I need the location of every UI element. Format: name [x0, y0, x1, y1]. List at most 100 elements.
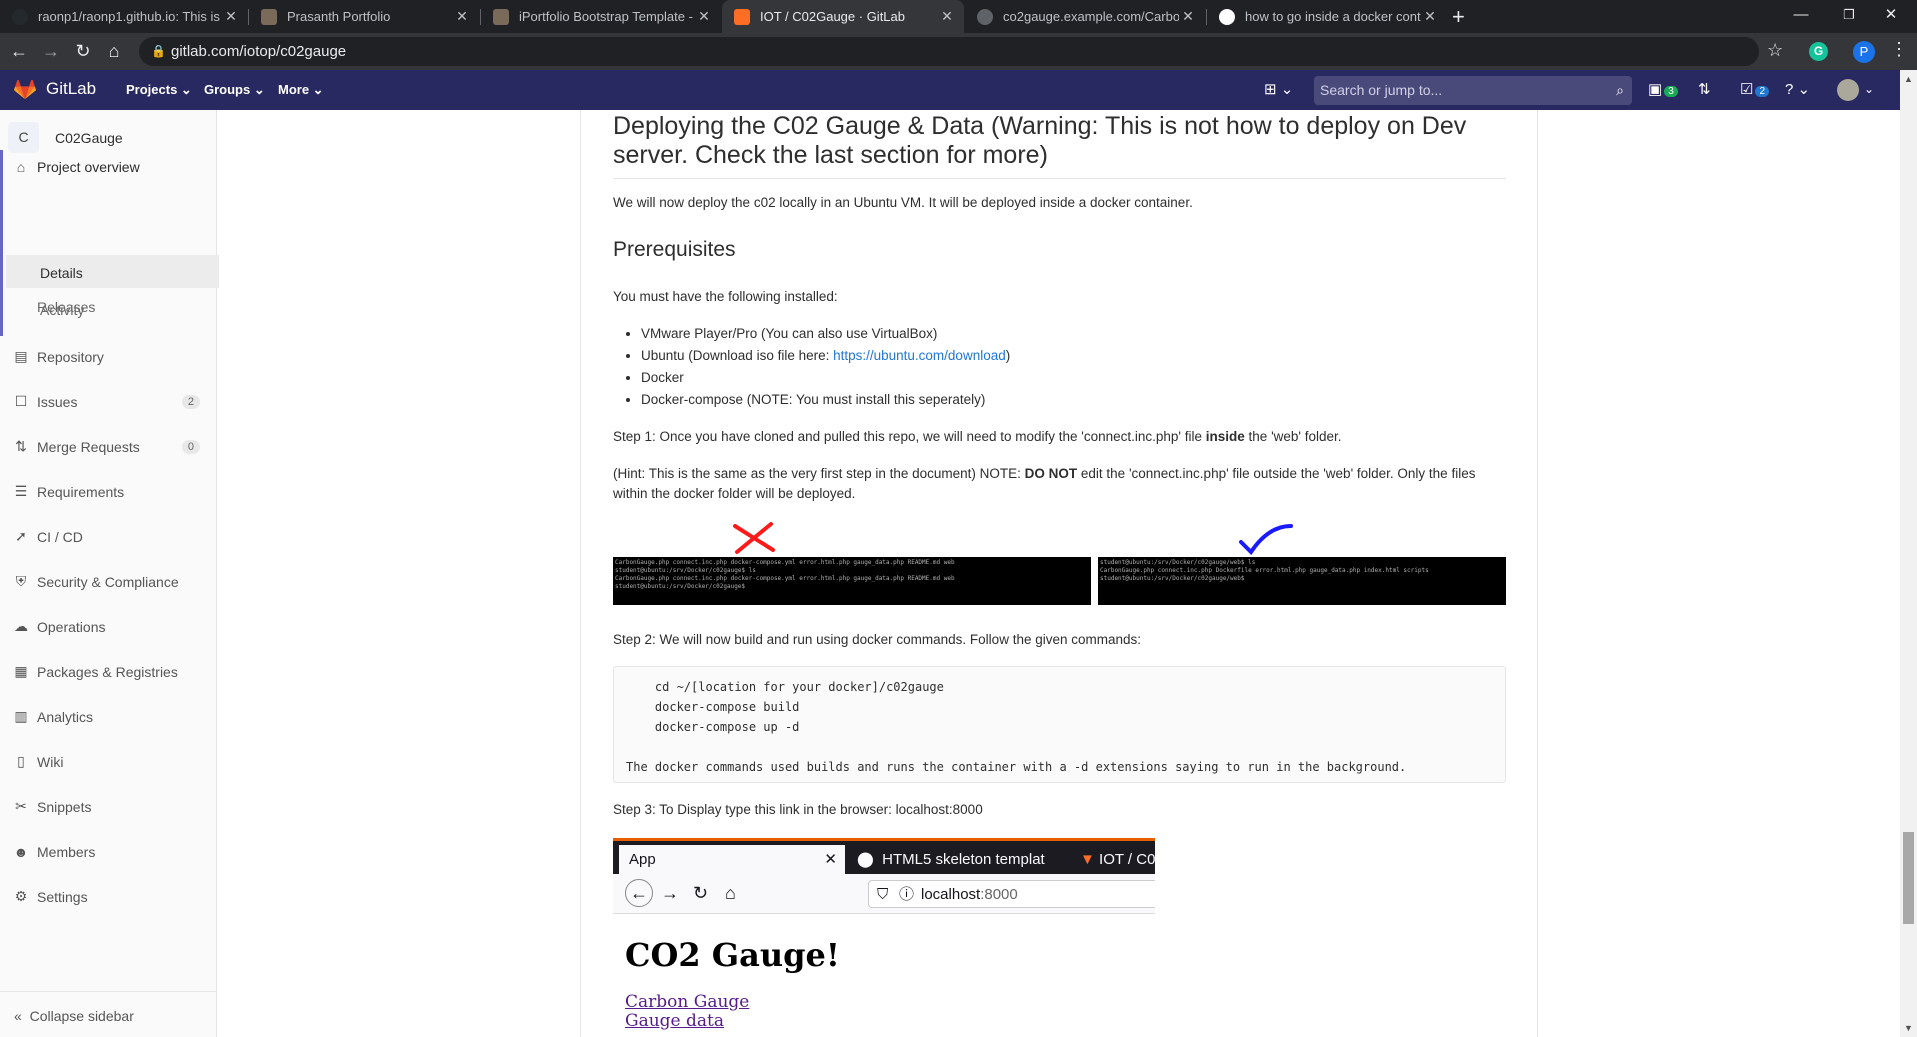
project-name: C02Gauge: [55, 129, 123, 146]
home-icon: ⌂: [725, 883, 736, 903]
prereq-heading: Prerequisites: [613, 238, 736, 261]
sidebar-subitem-releases[interactable]: Releases: [37, 299, 95, 315]
project-header[interactable]: C C02Gauge: [8, 122, 123, 153]
sidebar-item-requirements[interactable]: ☰ Requirements: [0, 475, 216, 508]
list-item: Docker-compose (NOTE: You must install t…: [641, 389, 1010, 411]
page-icon: [493, 8, 509, 25]
grammarly-extension-icon[interactable]: G: [1809, 42, 1828, 61]
screenshot-url: ⛉ ⓘ localhost:8000: [868, 880, 1155, 908]
home-button[interactable]: ⌂: [103, 41, 125, 63]
issues-icon: ☐: [14, 393, 28, 409]
reload-icon: ↻: [693, 883, 709, 903]
gitlab-logo-icon[interactable]: [14, 80, 36, 100]
issues-nav-icon[interactable]: ▣ 3: [1648, 80, 1678, 98]
screenshot-heading: CO2 Gauge!: [625, 936, 840, 974]
close-icon[interactable]: ✕: [1421, 8, 1439, 25]
address-bar-area: ← → ↻ ⌂ 🔒 gitlab.com/iotop/c02gauge ☆ G …: [0, 33, 1917, 70]
users-icon: ☻: [13, 843, 29, 860]
browser-tab[interactable]: co2gauge.example.com/CarbonG ✕: [965, 0, 1205, 33]
merge-requests-count-badge: 0: [181, 439, 200, 454]
project-avatar: C: [8, 122, 39, 153]
sidebar-item-packages-registries[interactable]: ▦ Packages & Registries: [0, 655, 216, 688]
close-icon[interactable]: ✕: [938, 8, 956, 25]
collapse-sidebar-button[interactable]: « Collapse sidebar: [14, 1008, 134, 1024]
new-tab-button[interactable]: +: [1452, 4, 1465, 30]
localhost-screenshot: App ✕ ⬤ HTML5 skeleton templat ▼ IOT / C0…: [613, 838, 1155, 1037]
browser-menu-icon[interactable]: ⋮: [1890, 39, 1908, 60]
sidebar-item-snippets[interactable]: ✂ Snippets: [0, 790, 216, 823]
home-icon: ⌂: [16, 158, 26, 175]
terminal-screenshot-wrong: CarbonGauge.php connect.inc.php docker-c…: [613, 557, 1091, 605]
terminal-screenshot-right: student@ubuntu:/srv/Docker/c02gauge/web$…: [1098, 557, 1506, 605]
sidebar-item-merge-requests[interactable]: ⇅ Merge Requests 0: [0, 430, 216, 463]
search-icon: ⌕: [1616, 82, 1624, 98]
code-block: cd ~/[location for your docker]/c02gauge…: [613, 666, 1506, 783]
gear-icon: ⚙: [14, 888, 28, 904]
sidebar-item-analytics[interactable]: ▥ Analytics: [0, 700, 216, 733]
merge-request-icon: ⇅: [15, 438, 27, 454]
list-item: Ubuntu (Download iso file here: https://…: [641, 345, 1010, 367]
screenshot-tab: ▼ IOT / C02: [1080, 851, 1155, 868]
close-icon[interactable]: ✕: [222, 8, 240, 25]
back-icon: ←: [625, 879, 653, 907]
cloud-icon: ☁: [14, 618, 28, 634]
list-item: Docker: [641, 367, 1010, 389]
profile-avatar[interactable]: P: [1853, 41, 1875, 63]
google-icon: [1219, 8, 1235, 25]
new-item-plus-icon[interactable]: ⊞ ⌄: [1264, 80, 1293, 98]
user-avatar[interactable]: [1837, 79, 1859, 101]
window-close-button[interactable]: ✕: [1862, 0, 1917, 33]
groups-menu[interactable]: Groups ⌄: [204, 82, 265, 98]
issues-count-badge: 2: [181, 394, 200, 409]
projects-menu[interactable]: Projects ⌄: [126, 82, 192, 98]
gitlab-brand[interactable]: GitLab: [46, 79, 96, 99]
reload-button[interactable]: ↻: [72, 41, 94, 63]
merge-requests-nav-icon[interactable]: ⇅: [1698, 80, 1711, 98]
sidebar-item-repository[interactable]: ▤ Repository: [0, 340, 216, 373]
scroll-up-arrow-icon: ▲: [1904, 74, 1913, 84]
todos-nav-icon[interactable]: ☑ 2: [1740, 80, 1770, 98]
sidebar-subitem-details[interactable]: Details: [40, 265, 83, 281]
browser-tab[interactable]: Prasanth Portfolio ✕: [249, 0, 479, 33]
page-scrollbar[interactable]: ▲ ▼: [1900, 70, 1917, 1037]
gitlab-icon: [734, 8, 750, 25]
sidebar-item-security-compliance[interactable]: ⛨ Security & Compliance: [0, 565, 216, 598]
browser-tab-active[interactable]: IOT / C02Gauge · GitLab ✕: [722, 0, 964, 33]
page-icon: [261, 8, 277, 25]
screenshot-link-gauge-data: Gauge data: [625, 1011, 724, 1031]
list-item: VMware Player/Pro (You can also use Virt…: [641, 323, 1010, 345]
readme-content: Deploying the C02 Gauge & Data (Warning:…: [580, 110, 1538, 1037]
sidebar-active-bg: [6, 255, 219, 288]
search-input[interactable]: Search or jump to... ⌕: [1314, 76, 1632, 105]
browser-tab[interactable]: raonp1/raonp1.github.io: This is a ✕: [0, 0, 248, 33]
sidebar-item-operations[interactable]: ☁ Operations: [0, 610, 216, 643]
sidebar-item-issues[interactable]: ☐ Issues 2: [0, 385, 216, 418]
package-icon: ▦: [14, 663, 28, 679]
info-icon: ⓘ: [899, 886, 915, 903]
sidebar-item-members[interactable]: ☻ Members: [0, 835, 216, 868]
shield-icon: ⛨: [15, 573, 27, 589]
chart-icon: ▥: [14, 708, 28, 724]
sidebar-item-ci-cd[interactable]: ➚ CI / CD: [0, 520, 216, 553]
sidebar-item-settings[interactable]: ⚙ Settings: [0, 880, 216, 913]
sidebar-item-project-overview[interactable]: ⌂ Project overview: [0, 150, 216, 183]
prereq-intro: You must have the following installed:: [613, 289, 838, 304]
close-icon[interactable]: ✕: [1179, 8, 1197, 25]
browser-tab[interactable]: how to go inside a docker contai ✕: [1207, 0, 1447, 33]
hint-text: (Hint: This is the same as the very firs…: [613, 466, 1476, 501]
bookmark-star-icon[interactable]: ☆: [1767, 40, 1783, 61]
sidebar-item-wiki[interactable]: ▯ Wiki: [0, 745, 216, 778]
ubuntu-download-link[interactable]: https://ubuntu.com/download: [833, 348, 1006, 363]
back-button[interactable]: ←: [8, 41, 30, 63]
forward-button[interactable]: →: [40, 41, 62, 63]
scrollbar-thumb[interactable]: [1903, 832, 1914, 924]
browser-tab[interactable]: iPortfolio Bootstrap Template - In ✕: [481, 0, 721, 33]
url-input[interactable]: 🔒 gitlab.com/iotop/c02gauge: [139, 37, 1759, 66]
close-icon[interactable]: ✕: [695, 8, 713, 25]
close-icon[interactable]: ✕: [453, 8, 471, 25]
more-menu[interactable]: More ⌄: [278, 82, 324, 98]
step3-text: Step 3: To Display type this link in the…: [613, 802, 983, 817]
browser-tab-bar: raonp1/raonp1.github.io: This is a ✕ Pra…: [0, 0, 1917, 33]
chevron-down-icon[interactable]: ⌄: [1864, 82, 1874, 96]
help-icon[interactable]: ? ⌄: [1785, 80, 1810, 98]
